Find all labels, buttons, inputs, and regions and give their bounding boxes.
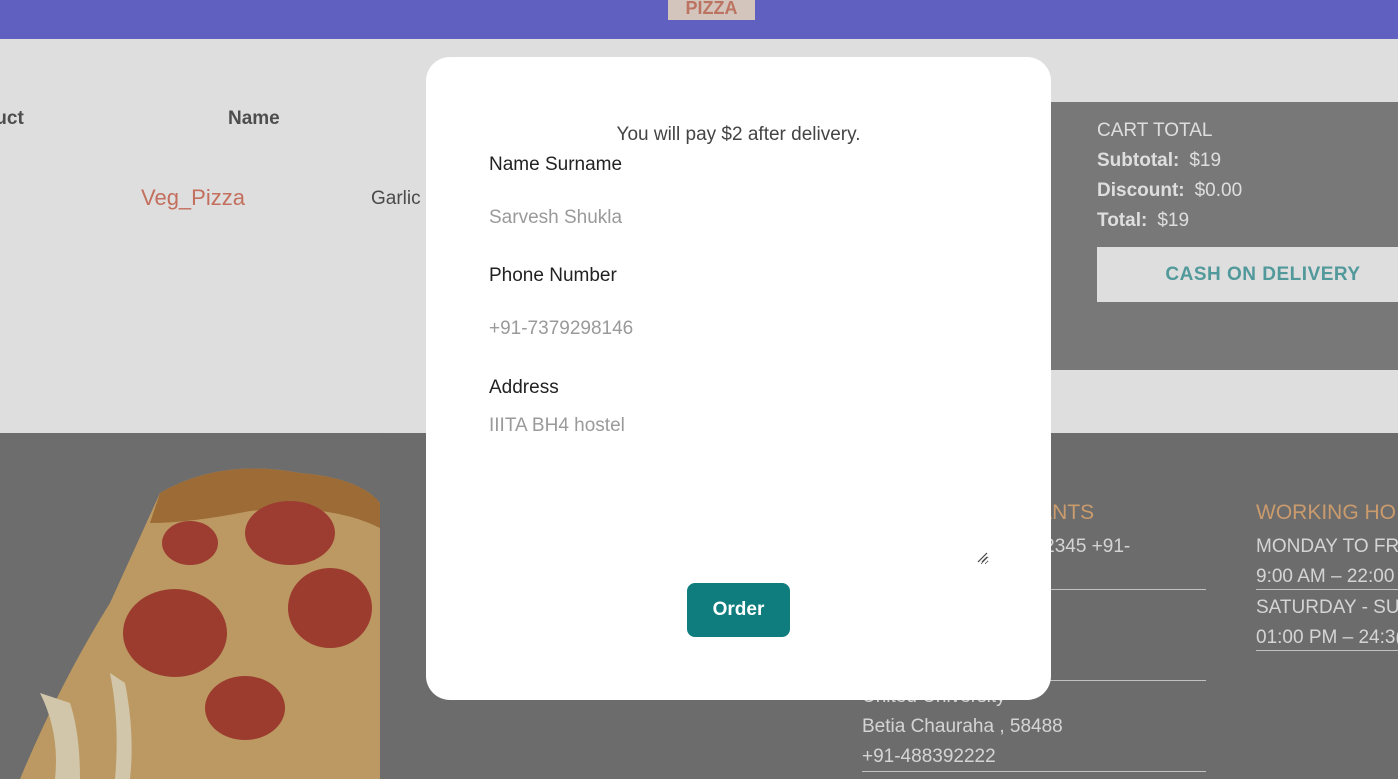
- address-label: Address: [489, 377, 559, 398]
- phone-label: Phone Number: [489, 265, 617, 286]
- name-input[interactable]: [489, 203, 989, 233]
- address-textarea[interactable]: [489, 415, 989, 565]
- order-dialog: You will pay $2 after delivery. Name Sur…: [426, 57, 1051, 700]
- name-label: Name Surname: [489, 154, 623, 175]
- payment-message: You will pay $2 after delivery.: [616, 124, 861, 145]
- page: PIZZA luct Name Veg_Pizza Garlic CART TO…: [0, 0, 1398, 779]
- resize-handle-icon[interactable]: [976, 551, 988, 563]
- order-button[interactable]: Order: [687, 583, 790, 637]
- phone-input[interactable]: [489, 314, 989, 344]
